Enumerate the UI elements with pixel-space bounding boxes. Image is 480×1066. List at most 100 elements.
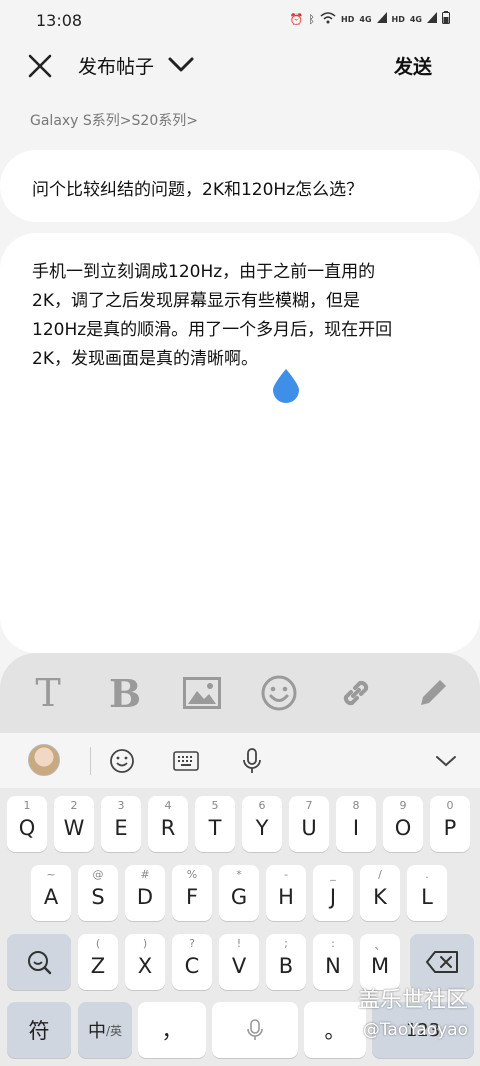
key-f[interactable]: % F (172, 865, 212, 921)
body-line: 2K，发现画面是真的清晰啊。 (32, 349, 258, 369)
key-x[interactable]: ) X (125, 934, 165, 990)
key-label: E (114, 816, 128, 840)
key-c[interactable]: ? C (172, 934, 212, 990)
signal-label-1: 4G (359, 14, 372, 24)
post-body-field[interactable]: 手机一到立刻调成120Hz，由于之前一直用的 2K，调了之后发现屏幕显示有些模糊… (0, 233, 480, 653)
backspace-icon (426, 951, 458, 973)
emoji-icon[interactable] (259, 673, 299, 713)
collapse-keyboard-icon[interactable] (430, 745, 462, 777)
key-label: L (421, 885, 433, 909)
key-q[interactable]: 1Q (7, 796, 47, 852)
avatar[interactable] (28, 744, 60, 776)
comma-key[interactable]: ， (138, 1002, 206, 1058)
key-sub-label: 7 (305, 799, 313, 812)
key-s[interactable]: @ S (78, 865, 118, 921)
bluetooth-icon: ᛒ (308, 12, 316, 26)
key-y[interactable]: 6Y (242, 796, 282, 852)
key-sub-label: % (186, 868, 198, 881)
wifi-icon (320, 11, 336, 27)
key-sub-label: ! (236, 937, 242, 950)
key-label: A (43, 885, 59, 909)
key-label: O (394, 816, 412, 840)
key-label: B (278, 954, 294, 978)
key-label: Y (255, 816, 269, 840)
key-i[interactable]: 8I (336, 796, 376, 852)
bold-icon[interactable]: B (105, 671, 145, 716)
pen-icon[interactable] (413, 673, 453, 713)
key-sub-label: 4 (164, 799, 172, 812)
key-w[interactable]: 2W (54, 796, 94, 852)
key-label: V (231, 954, 247, 978)
cursor-handle-icon[interactable] (273, 369, 299, 403)
key-sub-label: 3 (117, 799, 125, 812)
keyboard-emoji-icon[interactable] (106, 745, 138, 777)
key-sub-label: / (378, 868, 382, 881)
key-label: H (278, 885, 294, 909)
chevron-down-icon (168, 57, 194, 72)
key-r[interactable]: 4R (148, 796, 188, 852)
key-label: M (370, 954, 390, 978)
breadcrumb[interactable]: Galaxy S系列>S20系列> (30, 110, 198, 130)
image-icon[interactable] (182, 673, 222, 713)
key-j[interactable]: _ J (313, 865, 353, 921)
key-p[interactable]: 0P (430, 796, 470, 852)
text-style-icon[interactable]: T (28, 671, 68, 715)
watermark-handle: @TaoYaoyao (362, 1020, 468, 1040)
key-g[interactable]: * G (219, 865, 259, 921)
space-key[interactable] (212, 1002, 298, 1058)
key-z[interactable]: (Z (78, 934, 118, 990)
key-sub-label: * (236, 868, 242, 881)
post-title-text: 问个比较纠结的问题，2K和120Hz怎么选？ (32, 180, 364, 200)
post-body-text: 手机一到立刻调成120Hz，由于之前一直用的 2K，调了之后发现屏幕显示有些模糊… (32, 258, 448, 374)
period-key[interactable]: 。 (304, 1002, 366, 1058)
key-t[interactable]: 5T (195, 796, 235, 852)
key-d[interactable]: # D (125, 865, 165, 921)
key-o[interactable]: 9O (383, 796, 423, 852)
key-b[interactable]: ; B (266, 934, 306, 990)
link-icon[interactable] (336, 673, 376, 713)
key-label: T (208, 816, 222, 840)
battery-icon (442, 11, 450, 27)
signal-icon-2 (427, 12, 437, 26)
keyboard-layout-icon[interactable] (170, 745, 202, 777)
key-label: K (373, 885, 387, 909)
close-button[interactable] (24, 50, 56, 82)
format-toolbar: T B (0, 653, 480, 733)
key-v[interactable]: ! V (219, 934, 259, 990)
key-label: W (63, 816, 85, 840)
symbol-key[interactable]: 符 (7, 1002, 71, 1058)
key-h[interactable]: -H (266, 865, 306, 921)
key-label: J (329, 885, 337, 909)
key-label: R (160, 816, 176, 840)
key-sub-label: : (331, 937, 335, 950)
key-k[interactable]: / K (360, 865, 400, 921)
post-type-dropdown[interactable] (166, 50, 196, 80)
key-sub-label: - (284, 868, 288, 881)
key-a[interactable]: ~ A (31, 865, 71, 921)
key-sub-label: 5 (211, 799, 219, 812)
app-bar: 发布帖子 发送 (0, 40, 480, 90)
key-u[interactable]: 7U (289, 796, 329, 852)
divider (90, 747, 91, 775)
key-sub-label: ; (284, 937, 288, 950)
key-label: Q (18, 816, 36, 840)
search-emoji-icon (28, 951, 52, 975)
key-sub-label: ? (189, 937, 195, 950)
search-key[interactable] (7, 934, 71, 990)
key-n[interactable]: :N (313, 934, 353, 990)
voice-input-icon[interactable] (236, 745, 268, 777)
send-button[interactable]: 发送 (394, 52, 432, 79)
key-e[interactable]: 3E (101, 796, 141, 852)
key-label: S (91, 885, 105, 909)
language-key[interactable]: 中/英 (78, 1002, 132, 1058)
key-l[interactable]: .L (407, 865, 447, 921)
status-bar: 13:08 ⏰ ᛒ HD 4G HD 4G (0, 0, 480, 40)
key-sub-label: 6 (258, 799, 266, 812)
key-label: X (137, 954, 153, 978)
signal-label-2: 4G (409, 14, 422, 24)
key-label: Z (90, 954, 106, 978)
post-title-field[interactable]: 问个比较纠结的问题，2K和120Hz怎么选？ (0, 150, 480, 222)
key-label: G (230, 885, 248, 909)
key-label: F (185, 885, 199, 909)
key-label: P (443, 816, 457, 840)
